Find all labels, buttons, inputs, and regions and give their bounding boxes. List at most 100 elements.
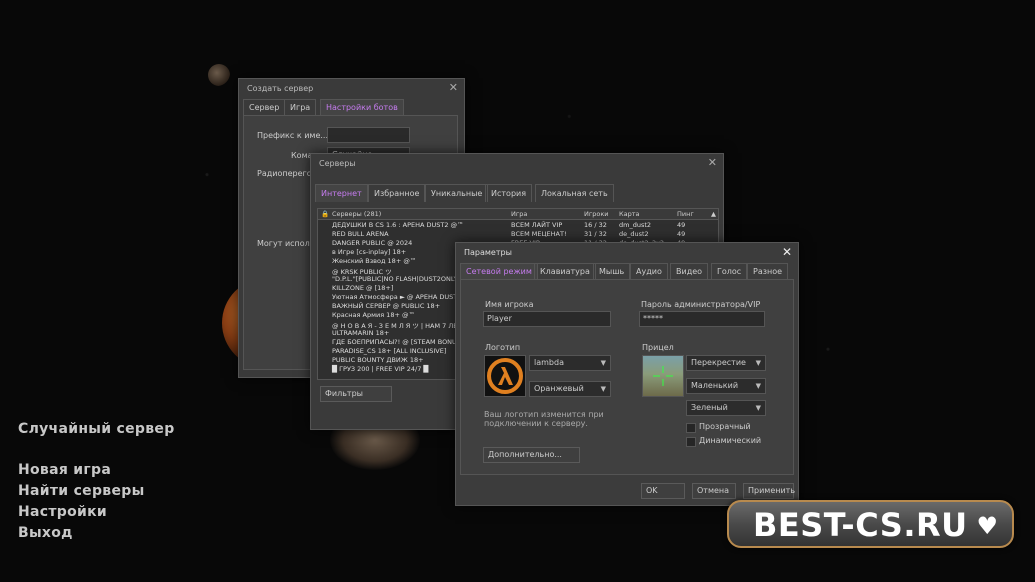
sort-up-icon[interactable]: ▲ <box>711 210 716 218</box>
cell-name: Уютная Атмосфера ► @ АРЕНА DUST2 <box>332 293 462 301</box>
cell-name: ULTRAMARIN 18+ <box>332 329 390 337</box>
crosshair-label: Прицел <box>642 343 674 352</box>
logo-select[interactable]: lambda ▼ <box>529 355 611 371</box>
tab-network[interactable]: Сетевой режим <box>460 263 538 279</box>
cell-name: ВАЖНЫЙ СЕРВЕР @ PUBLIC 18+ <box>332 302 441 310</box>
window-title: Создать сервер <box>247 84 314 93</box>
chevron-down-icon: ▼ <box>600 385 606 393</box>
logo-color-select[interactable]: Оранжевый ▼ <box>529 381 611 397</box>
dynamic-checkbox[interactable] <box>686 437 696 447</box>
tab-game[interactable]: Игра <box>284 99 317 115</box>
cell-name: Женский Взвод 18+ @™ <box>332 257 417 265</box>
tab-lan[interactable]: Локальная сеть <box>535 184 614 202</box>
crosshair-color-value: Зеленый <box>691 403 728 412</box>
table-row[interactable]: ДЕДУШКИ В CS 1.6 : АРЕНА DUST2 @™ ВСЕМ ЛА… <box>318 221 718 230</box>
cell-name: ДЕДУШКИ В CS 1.6 : АРЕНА DUST2 @™ <box>332 221 464 229</box>
tab-audio[interactable]: Аудио <box>630 263 668 279</box>
tab-bot-settings[interactable]: Настройки ботов <box>320 99 404 115</box>
cell-name: "D.P.L."[PUBLIC|NO FLASH|DUST2ONLY] <box>332 275 461 283</box>
player-name-label: Имя игрока <box>485 300 534 309</box>
tab-server[interactable]: Сервер <box>243 99 286 115</box>
cell-name: ГДЕ БОЕПРИПАСЫ?! @ [STEAM BONUS] <box>332 338 464 346</box>
cell-name: PARADISE_CS 18+ [ALL INCLUSIVE] <box>332 347 447 355</box>
lambda-icon <box>487 358 523 394</box>
ok-button[interactable]: OK <box>641 483 685 499</box>
tab-voice[interactable]: Голос <box>711 263 748 279</box>
lock-icon: 🔒 <box>321 210 330 218</box>
tab-history[interactable]: История <box>485 184 533 202</box>
tab-keyboard[interactable]: Клавиатура <box>534 263 596 279</box>
cell-name: Красная Армия 18+ @™ <box>332 311 415 319</box>
logo-label: Логотип <box>485 343 521 352</box>
advanced-button[interactable]: Дополнительно... <box>483 447 580 463</box>
site-badge: BEST-CS.RU ♥ <box>727 500 1014 548</box>
close-icon[interactable]: ✕ <box>782 245 792 259</box>
crosshair-size-select[interactable]: Маленький ▼ <box>686 378 766 394</box>
lambda-logo-preview <box>484 355 526 397</box>
player-name-input[interactable]: Player <box>483 311 611 327</box>
col-game[interactable]: Игра <box>511 210 527 218</box>
chevron-down-icon: ▼ <box>755 359 761 367</box>
col-servers[interactable]: Серверы (281) <box>332 210 381 218</box>
planet-small <box>208 64 230 86</box>
window-title: Параметры <box>464 248 512 257</box>
server-list-header: 🔒 Серверы (281) Игра Игроки Карта Пинг ▲ <box>318 209 718 220</box>
heart-icon: ♥ <box>976 512 998 540</box>
cancel-button[interactable]: Отмена <box>692 483 736 499</box>
chevron-down-icon: ▼ <box>755 382 761 390</box>
table-row[interactable]: RED BULL ARENA ВСЕМ МЕЦЕНАТ! 31 / 32 de_dus… <box>318 230 718 239</box>
cell-name: KILLZONE @ [18+] <box>332 284 394 292</box>
close-icon[interactable]: ✕ <box>708 156 717 169</box>
cell-name: в Игре [cs-inplay] 18+ <box>332 248 407 256</box>
col-players[interactable]: Игроки <box>584 210 609 218</box>
apply-button[interactable]: Применить <box>743 483 795 499</box>
menu-find-servers[interactable]: Найти серверы <box>18 483 145 499</box>
chevron-down-icon: ▼ <box>600 359 606 367</box>
logo-value: lambda <box>534 358 564 367</box>
cell-players: 16 / 32 <box>584 221 607 229</box>
admin-password-input[interactable]: ***** <box>639 311 765 327</box>
prefix-input[interactable] <box>327 127 410 143</box>
crosshair-color-select[interactable]: Зеленый ▼ <box>686 400 766 416</box>
menu-settings[interactable]: Настройки <box>18 504 107 520</box>
transparent-checkbox[interactable] <box>686 423 696 433</box>
menu-random-server[interactable]: Случайный сервер <box>18 421 175 437</box>
cell-ping: 49 <box>677 221 686 229</box>
crosshair-size-value: Маленький <box>691 381 739 390</box>
filters-button[interactable]: Фильтры <box>320 386 392 402</box>
cell-ping: 49 <box>677 230 686 238</box>
window-title: Серверы <box>319 159 356 168</box>
menu-new-game[interactable]: Новая игра <box>18 462 111 478</box>
tab-video[interactable]: Видео <box>670 263 709 279</box>
crosshair-type-select[interactable]: Перекрестие ▼ <box>686 355 766 371</box>
tab-unique[interactable]: Уникальные <box>425 184 489 202</box>
cell-name: PUBLIC BOUNTY ДВИЖ 18+ <box>332 356 424 364</box>
site-badge-text: BEST-CS.RU <box>753 506 968 544</box>
tab-internet[interactable]: Интернет <box>315 184 368 202</box>
cell-map: dm_dust2 <box>619 221 652 229</box>
cell-name: RED BULL ARENA <box>332 230 389 238</box>
menu-exit[interactable]: Выход <box>18 525 73 541</box>
params-window: Параметры ✕ Сетевой режим Клавиатура Мыш… <box>455 242 799 506</box>
transparent-label: Прозрачный <box>699 422 751 431</box>
cell-map: de_dust2 <box>619 230 649 238</box>
logo-note: Ваш логотип изменится при подключении к … <box>484 410 604 428</box>
admin-password-label: Пароль администратора/VIP <box>641 300 761 309</box>
tab-misc[interactable]: Разное <box>747 263 789 279</box>
logo-color-value: Оранжевый <box>534 384 584 393</box>
prefix-label: Префикс к име... <box>257 131 328 140</box>
chevron-down-icon: ▼ <box>755 404 761 412</box>
col-map[interactable]: Карта <box>619 210 640 218</box>
close-icon[interactable]: ✕ <box>449 81 458 94</box>
tab-favorites[interactable]: Избранное <box>368 184 426 202</box>
dynamic-label: Динамический <box>699 436 762 445</box>
crosshair-type-value: Перекрестие <box>691 358 746 367</box>
cell-name: DANGER PUBLIC @ 2024 <box>332 239 413 247</box>
col-ping[interactable]: Пинг <box>677 210 694 218</box>
tab-mouse[interactable]: Мышь <box>593 263 631 279</box>
cell-players: 31 / 32 <box>584 230 607 238</box>
cell-game: ВСЕМ МЕЦЕНАТ! <box>511 230 567 238</box>
cell-game: ВСЕМ ЛАЙТ VIP <box>511 221 563 229</box>
crosshair-icon <box>653 366 673 386</box>
crosshair-preview <box>642 355 684 397</box>
